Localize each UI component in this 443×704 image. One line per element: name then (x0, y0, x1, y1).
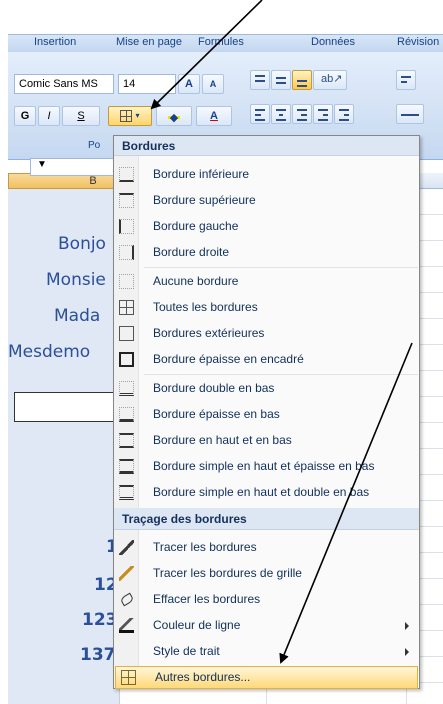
grow-font-button[interactable]: A (178, 74, 200, 94)
border-top-icon (119, 193, 134, 208)
merge-center-button[interactable] (396, 104, 424, 124)
menu-separator (144, 374, 418, 375)
menu-item-draw-border-grid[interactable]: Tracer les bordures de grille (114, 561, 419, 586)
outside-borders-icon (119, 326, 134, 341)
orientation-icon: ab↗ (321, 73, 343, 85)
cell-number-137[interactable]: 137 (80, 645, 116, 665)
menu-item-more-borders[interactable]: Autres bordures... (115, 666, 418, 689)
menu-item-outside-borders[interactable]: Bordures extérieures (114, 321, 419, 346)
menu-item-draw-border[interactable]: Tracer les bordures (114, 535, 419, 560)
underline-button[interactable]: S (62, 106, 100, 126)
italic-button[interactable]: I (38, 106, 60, 126)
tab-insertion[interactable]: Insertion (34, 36, 76, 48)
align-top-button[interactable] (250, 70, 270, 90)
borders-menu: Bordures Bordure inférieure Bordure supé… (113, 135, 420, 689)
wrap-text-button[interactable] (396, 70, 416, 90)
no-border-icon (119, 274, 134, 289)
align-right-button[interactable] (292, 104, 312, 124)
border-bottom-icon (119, 167, 134, 182)
decrease-indent-button[interactable] (313, 104, 333, 124)
menu-item-top-thick-bottom-border[interactable]: Bordure simple en haut et épaisse en bas (114, 454, 419, 479)
menu-item-border-bottom[interactable]: Bordure inférieure (114, 162, 419, 187)
tab-formules[interactable]: Formules (198, 36, 244, 48)
cell-b-mesdemoiselles[interactable]: Mesdemo (8, 342, 90, 362)
chevron-down-icon: ▼ (37, 159, 47, 170)
menu-item-border-right[interactable]: Bordure droite (114, 240, 419, 265)
menu-section-draw-borders: Traçage des bordures (114, 508, 419, 530)
submenu-arrow-icon (405, 622, 409, 630)
font-name-dropdown[interactable]: Comic Sans MS (14, 74, 114, 94)
menu-item-top-bottom-border[interactable]: Bordure en haut et en bas (114, 428, 419, 453)
orientation-button[interactable]: ab↗ (313, 70, 347, 90)
align-left-button[interactable] (250, 104, 270, 124)
paint-bucket-icon: ◆ (168, 109, 180, 124)
menu-item-top-double-bottom-border[interactable]: Bordure simple en haut et double en bas (114, 480, 419, 505)
menu-item-thick-bottom-border[interactable]: Bordure épaisse en bas (114, 402, 419, 427)
tab-revision[interactable]: Révision (397, 36, 439, 48)
erase-border-icon (119, 592, 134, 607)
font-group-label: Po (88, 140, 101, 151)
align-bottom-button[interactable] (292, 70, 312, 90)
menu-section-borders: Bordures (114, 136, 419, 156)
menu-item-no-border[interactable]: Aucune bordure (114, 269, 419, 294)
top-thick-bottom-border-icon (119, 459, 134, 474)
line-style-icon (119, 644, 134, 659)
menu-item-line-style[interactable]: Style de trait (114, 639, 419, 664)
increase-indent-button[interactable] (334, 104, 354, 124)
font-color-button[interactable]: A (196, 106, 232, 126)
border-right-icon (119, 245, 134, 260)
menu-item-thick-box-border[interactable]: Bordure épaisse en encadré (114, 347, 419, 372)
all-borders-icon (119, 300, 134, 315)
menu-item-bottom-double-border[interactable]: Bordure double en bas (114, 376, 419, 401)
screenshot-stage: Insertion Mise en page Formules Données … (0, 0, 443, 704)
bottom-double-border-icon (119, 381, 134, 396)
font-name-value: Comic Sans MS (19, 78, 98, 90)
thick-bottom-border-icon (119, 407, 134, 422)
align-middle-button[interactable] (271, 70, 291, 90)
fill-color-button[interactable]: ◆ (156, 106, 192, 126)
bold-button[interactable]: G (14, 106, 36, 126)
borders-button[interactable]: ▾ (108, 106, 152, 126)
font-color-label: A (210, 110, 218, 122)
align-center-button[interactable] (271, 104, 291, 124)
more-borders-icon (121, 670, 136, 685)
shrink-font-button[interactable]: A (202, 74, 224, 94)
name-box[interactable]: ▼ (30, 158, 116, 176)
font-size-value: 14 (123, 78, 136, 90)
cell-b-monsieur[interactable]: Monsie (46, 270, 106, 290)
cell-b-bonjour[interactable]: Bonjo (58, 234, 106, 254)
font-size-dropdown[interactable]: 14 (118, 74, 176, 94)
top-bottom-border-icon (119, 433, 134, 448)
selected-cell[interactable] (14, 392, 118, 422)
menu-separator (144, 267, 418, 268)
menu-item-erase-border[interactable]: Effacer les bordures (114, 587, 419, 612)
menu-item-border-left[interactable]: Bordure gauche (114, 214, 419, 239)
draw-border-grid-icon (119, 566, 134, 581)
line-color-icon (119, 618, 134, 633)
tab-donnees[interactable]: Données (311, 36, 355, 48)
draw-border-icon (119, 540, 134, 555)
ribbon-tab-bar: Insertion Mise en page Formules Données … (8, 34, 443, 52)
menu-item-border-top[interactable]: Bordure supérieure (114, 188, 419, 213)
chevron-down-icon: ▾ (135, 111, 140, 120)
borders-icon (120, 110, 133, 122)
submenu-arrow-icon (405, 648, 409, 656)
menu-item-line-color[interactable]: Couleur de ligne (114, 613, 419, 638)
border-left-icon (119, 219, 134, 234)
cell-b-madame[interactable]: Mada (54, 306, 100, 326)
menu-item-all-borders[interactable]: Toutes les bordures (114, 295, 419, 320)
thick-box-border-icon (119, 352, 134, 367)
top-double-bottom-border-icon (119, 485, 134, 500)
tab-mise-en-page[interactable]: Mise en page (116, 36, 182, 48)
